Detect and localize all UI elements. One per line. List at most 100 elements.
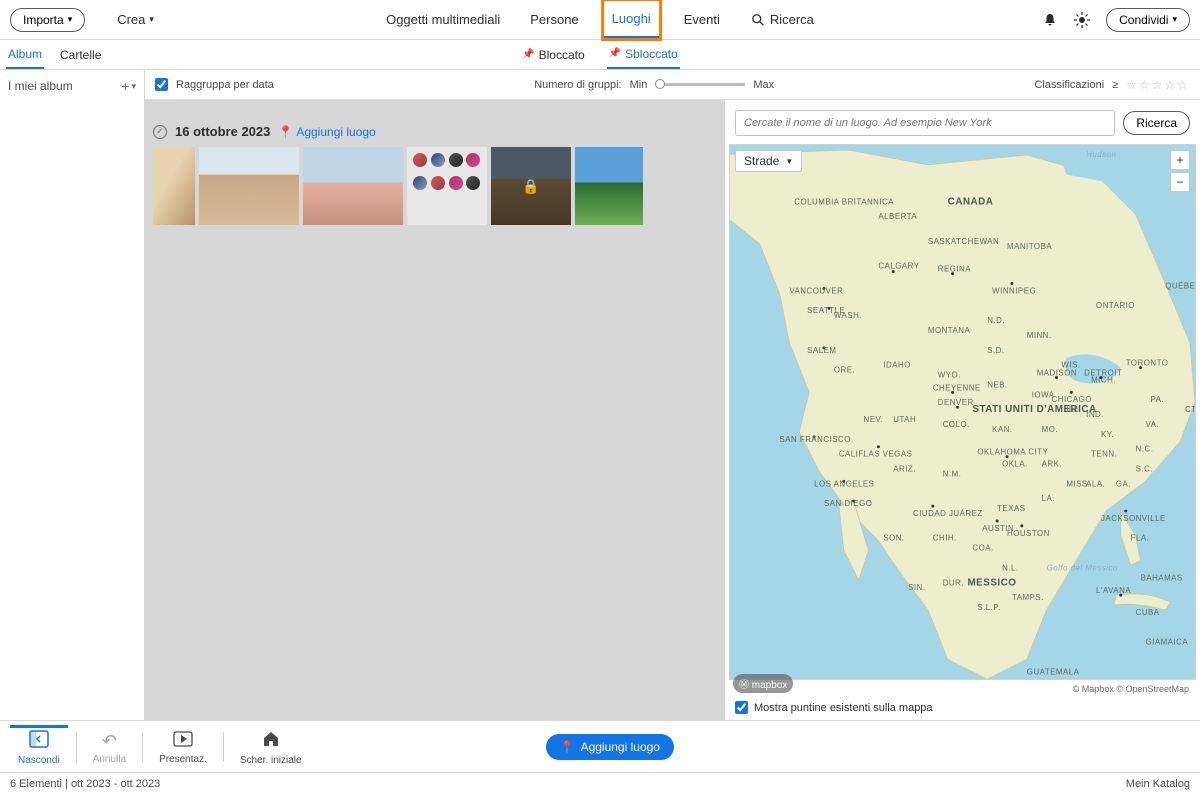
home-icon xyxy=(262,730,280,753)
slider-min-label: Min xyxy=(630,79,648,91)
media-thumbnail[interactable] xyxy=(199,147,299,225)
svg-text:Las Vegas: Las Vegas xyxy=(864,450,913,459)
svg-text:N.D.: N.D. xyxy=(987,316,1005,325)
svg-text:Detroit: Detroit xyxy=(1084,369,1122,378)
svg-text:Madison: Madison xyxy=(1037,369,1077,378)
place-search-button[interactable]: Ricerca xyxy=(1123,111,1190,135)
chevron-down-icon: ▾ xyxy=(149,14,154,25)
svg-text:ILL.: ILL. xyxy=(1066,405,1081,414)
add-place-button[interactable]: 📍 Aggiungi luogo xyxy=(546,734,674,760)
num-groups-label: Numero di gruppi: xyxy=(534,79,621,91)
svg-text:Canada: Canada xyxy=(948,196,994,207)
slideshow-label: Presentaz. xyxy=(159,754,207,765)
nav-search-label: Ricerca xyxy=(770,12,814,27)
media-thumbnail[interactable] xyxy=(153,147,195,225)
create-button[interactable]: Crea ▾ xyxy=(109,8,162,31)
undo-icon: ↶ xyxy=(102,731,117,752)
status-left: 6 Elementi | ott 2023 - ott 2023 xyxy=(10,778,160,790)
svg-text:N.C.: N.C. xyxy=(1136,445,1154,454)
nav-places[interactable]: Luoghi xyxy=(604,1,659,38)
brightness-icon[interactable] xyxy=(1074,12,1090,28)
svg-text:Cheyenne: Cheyenne xyxy=(933,383,981,392)
hide-panel-button[interactable]: Nascondi xyxy=(10,725,68,768)
create-label: Crea xyxy=(117,12,145,27)
pinned-tab-unlocked[interactable]: 📌 Sbloccato xyxy=(607,41,680,69)
svg-text:TAMPS.: TAMPS. xyxy=(1012,593,1044,602)
home-label: Scher. iniziale xyxy=(240,755,302,766)
status-right: Mein Katalog xyxy=(1126,778,1190,790)
svg-text:KY.: KY. xyxy=(1101,430,1114,439)
add-place-link[interactable]: 📍 Aggiungi luogo xyxy=(278,125,375,139)
ratings-operator: ≥ xyxy=(1112,79,1118,91)
add-place-button-label: Aggiungi luogo xyxy=(581,740,660,754)
svg-text:OKLA.: OKLA. xyxy=(1002,460,1028,469)
map-type-label: Strade xyxy=(744,154,779,168)
svg-text:ONTARIO: ONTARIO xyxy=(1096,301,1135,310)
svg-text:WYO.: WYO. xyxy=(938,370,961,379)
svg-text:Oklahoma City: Oklahoma City xyxy=(977,448,1048,457)
map-canvas[interactable]: Canada Stati Uniti d'America Messico Hud… xyxy=(729,144,1196,680)
import-button[interactable]: Importa ▾ xyxy=(10,8,85,32)
svg-text:QUÉBEC: QUÉBEC xyxy=(1165,281,1196,290)
svg-text:COLO.: COLO. xyxy=(943,420,970,429)
group-count-slider[interactable] xyxy=(655,83,745,86)
svg-text:Los Angeles: Los Angeles xyxy=(814,479,874,488)
bell-icon[interactable] xyxy=(1042,12,1058,28)
select-group-icon[interactable]: ✓ xyxy=(153,125,167,139)
people-stack-thumbnail[interactable] xyxy=(407,147,487,225)
svg-text:S.C.: S.C. xyxy=(1136,464,1153,473)
svg-text:IND.: IND. xyxy=(1086,410,1104,419)
lock-icon: 🔒 xyxy=(522,178,539,195)
svg-text:Bahamas: Bahamas xyxy=(1141,573,1183,582)
media-grid: ✓ 16 ottobre 2023 📍 Aggiungi luogo xyxy=(145,100,725,720)
svg-text:CT: CT xyxy=(1185,405,1196,414)
add-album-button[interactable]: + ▾ xyxy=(121,78,136,94)
nav-events[interactable]: Eventi xyxy=(676,2,728,37)
hide-label: Nascondi xyxy=(18,755,60,766)
place-search-input[interactable] xyxy=(735,110,1115,136)
svg-text:IDAHO: IDAHO xyxy=(883,361,911,370)
show-pins-label: Mostra puntine esistenti sulla mappa xyxy=(754,702,933,714)
media-thumbnail[interactable] xyxy=(575,147,643,225)
chevron-down-icon: ▾ xyxy=(68,14,73,25)
share-label: Condividi xyxy=(1119,13,1168,27)
group-by-date-checkbox[interactable] xyxy=(155,78,168,91)
media-thumbnail[interactable] xyxy=(303,147,403,225)
svg-text:Vancouver: Vancouver xyxy=(789,286,843,295)
slideshow-button[interactable]: Presentaz. xyxy=(151,726,215,767)
place-search-button-label: Ricerca xyxy=(1136,116,1177,130)
pinned-tab-locked[interactable]: 📌 Bloccato xyxy=(520,41,586,69)
svg-text:Golfo del Messico: Golfo del Messico xyxy=(1047,563,1118,572)
home-button[interactable]: Scher. iniziale xyxy=(232,725,310,768)
ratings-label: Classificazioni xyxy=(1034,79,1104,91)
nav-search[interactable]: Ricerca xyxy=(742,8,822,32)
zoom-out-button[interactable]: − xyxy=(1170,172,1190,192)
map-type-dropdown[interactable]: Strade ▼ xyxy=(735,150,802,172)
zoom-in-button[interactable]: + xyxy=(1170,150,1190,170)
svg-text:ORE.: ORE. xyxy=(834,366,855,375)
undo-button[interactable]: ↶ Annulla xyxy=(85,726,134,767)
svg-text:TEXAS: TEXAS xyxy=(997,504,1025,513)
media-thumbnail[interactable]: 🔒 xyxy=(491,147,571,225)
slider-max-label: Max xyxy=(753,79,774,91)
pin-outline-icon: 📌 xyxy=(609,48,621,59)
search-icon xyxy=(750,12,766,28)
svg-text:Guatemala: Guatemala xyxy=(1027,667,1080,676)
svg-text:N.M.: N.M. xyxy=(943,469,962,478)
nav-media[interactable]: Oggetti multimediali xyxy=(378,2,508,37)
share-button[interactable]: Condividi ▾ xyxy=(1106,8,1190,32)
divider xyxy=(142,732,143,762)
sidebar-tab-folders[interactable]: Cartelle xyxy=(58,42,103,68)
svg-text:GA.: GA. xyxy=(1116,479,1131,488)
svg-text:Ciudad Juárez: Ciudad Juárez xyxy=(913,509,983,518)
nav-places-highlight: Luoghi xyxy=(601,0,662,41)
sidebar-tab-album[interactable]: Album xyxy=(6,41,44,69)
ratings-stars[interactable]: ☆☆☆☆☆ xyxy=(1126,78,1190,92)
svg-text:COLUMBIA BRITANNICA: COLUMBIA BRITANNICA xyxy=(794,197,894,206)
svg-text:Giamaica: Giamaica xyxy=(1146,638,1189,647)
svg-text:San Diego: San Diego xyxy=(824,499,872,508)
svg-text:Denver: Denver xyxy=(938,398,974,407)
show-pins-checkbox[interactable] xyxy=(735,701,748,714)
nav-people[interactable]: Persone xyxy=(522,2,586,37)
svg-text:DUR.: DUR. xyxy=(943,578,964,587)
